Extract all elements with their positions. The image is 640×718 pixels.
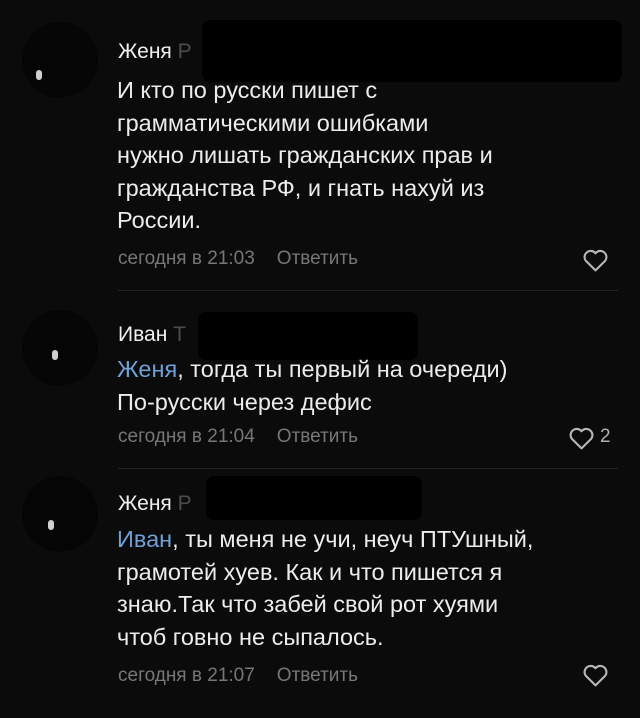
text-line: грамматическими ошибками xyxy=(117,109,429,136)
comment: Иван Т Женя, тогда ты первый на очереди)… xyxy=(0,290,640,470)
heart-outline-icon[interactable] xyxy=(582,248,609,272)
reply-button[interactable]: Ответить xyxy=(277,248,358,269)
mention-link[interactable]: Женя xyxy=(117,356,177,382)
reply-button[interactable]: Ответить xyxy=(277,426,358,447)
text-line: знаю.Так что забей свой рот хуями xyxy=(117,591,499,617)
comment-author[interactable]: Иван Т xyxy=(118,323,186,347)
avatar[interactable] xyxy=(22,310,98,386)
reply-button[interactable]: Ответить xyxy=(277,665,358,686)
author-name[interactable]: Иван xyxy=(118,323,167,346)
comment-text: Иван, ты меня не учи, неуч ПТУшный, грам… xyxy=(117,523,597,653)
comment-author[interactable]: Женя Р xyxy=(118,492,192,516)
like-count: 2 xyxy=(600,426,611,447)
author-surname: Р xyxy=(177,40,192,63)
text-line: нужно лишать гражданских прав и xyxy=(117,142,493,168)
heart-outline-icon[interactable] xyxy=(582,663,609,687)
author-surname: Т xyxy=(173,323,186,346)
avatar[interactable] xyxy=(22,22,98,98)
comment-meta: сегодня в 21:04 Ответить xyxy=(118,426,358,448)
divider xyxy=(118,468,618,469)
text-line: Иван, ты меня не учи, неуч ПТУшный, xyxy=(117,526,534,552)
text-line: И кто по русски пишет с xyxy=(117,77,378,103)
comment-text: Женя, тогда ты первый на очереди) По-рус… xyxy=(117,353,597,418)
avatar[interactable] xyxy=(22,476,98,552)
redaction-bar xyxy=(202,20,622,82)
heart-outline-icon[interactable] xyxy=(568,426,595,450)
comment: Женя Р Иван, ты меня не учи, неуч ПТУшны… xyxy=(0,470,640,718)
author-surname: Р xyxy=(177,492,192,515)
comment-time: сегодня в 21:04 xyxy=(118,426,255,447)
comment-meta: сегодня в 21:07 Ответить xyxy=(118,665,358,687)
mention-link[interactable]: Иван xyxy=(117,526,172,552)
text-line: По-русски через дефис xyxy=(117,388,372,415)
comment-author[interactable]: Женя Р xyxy=(118,40,192,64)
redaction-bar xyxy=(206,476,422,520)
author-name[interactable]: Женя xyxy=(118,40,172,63)
comment-time: сегодня в 21:07 xyxy=(118,665,255,686)
text-line: чтоб говно не сыпалось. xyxy=(117,623,384,650)
comment-meta: сегодня в 21:03 Ответить xyxy=(118,248,358,270)
comment-time: сегодня в 21:03 xyxy=(118,248,255,269)
text-line: грамотей хуев. Как и что пишется я xyxy=(117,558,503,585)
text-line: России. xyxy=(117,207,201,233)
comment: Женя Р И кто по русски пишет с грамматич… xyxy=(0,0,640,291)
text-line: гражданства РФ, и гнать нахуй из xyxy=(117,174,485,201)
text-line: Женя, тогда ты первый на очереди) xyxy=(117,356,508,382)
comment-text: И кто по русски пишет с грамматическими … xyxy=(117,74,597,237)
author-name[interactable]: Женя xyxy=(118,492,172,515)
